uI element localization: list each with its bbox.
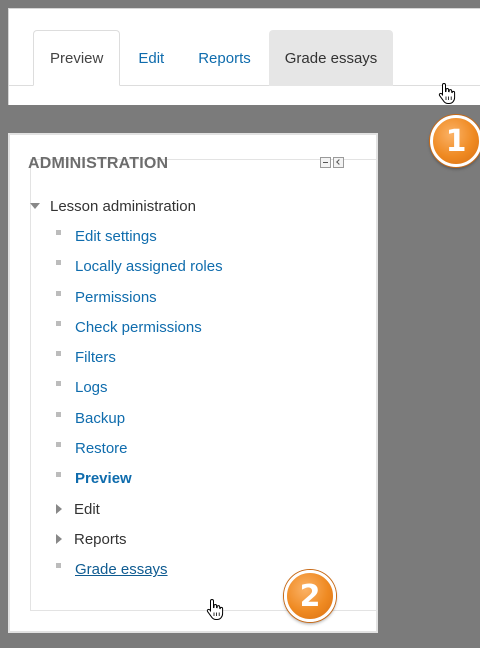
tree-item-label[interactable]: Permissions (75, 289, 157, 306)
tree-item-permissions[interactable]: Permissions (28, 282, 358, 312)
tab-edit[interactable]: Edit (122, 30, 180, 86)
caret-right-icon (56, 534, 62, 545)
hand-cursor-icon (206, 598, 224, 620)
administration-block: ADMINISTRATION Lesson administration Edi… (8, 133, 378, 633)
lesson-tabs: Preview Edit Reports Grade essays (33, 30, 480, 86)
tree-section-lesson-administration[interactable]: Lesson administration (28, 191, 358, 221)
tree-item-backup[interactable]: Backup (28, 403, 358, 433)
tree-item-filters[interactable]: Filters (28, 342, 358, 372)
tree-item-label[interactable]: Edit (74, 501, 100, 518)
tree-item-label[interactable]: Backup (75, 410, 125, 427)
dock-icon[interactable] (333, 157, 344, 168)
section-label: Lesson administration (50, 197, 196, 215)
bullet-icon (56, 411, 61, 417)
tree-item-label[interactable]: Locally assigned roles (75, 258, 223, 275)
bullet-icon (56, 563, 61, 569)
administration-tree: Lesson administration Edit settings Loca… (28, 191, 358, 585)
caret-right-icon (56, 504, 62, 515)
tree-item-check-permissions[interactable]: Check permissions (28, 312, 358, 342)
tree-item-locally-assigned-roles[interactable]: Locally assigned roles (28, 252, 358, 282)
tree-item-restore[interactable]: Restore (28, 433, 358, 463)
caret-down-icon (30, 203, 40, 210)
hand-cursor-icon (438, 82, 456, 104)
tree-item-label[interactable]: Reports (74, 531, 127, 548)
bullet-icon (56, 260, 61, 266)
bullet-icon (56, 442, 61, 448)
bullet-icon (56, 351, 61, 357)
tree-item-reports[interactable]: Reports (28, 524, 358, 554)
tab-preview[interactable]: Preview (33, 30, 121, 86)
lesson-tab-panel: Preview Edit Reports Grade essays (8, 8, 480, 105)
bullet-icon (56, 381, 61, 387)
minimize-icon[interactable] (320, 157, 331, 168)
tree-item-label[interactable]: Grade essays (75, 561, 168, 578)
block-controls (320, 157, 344, 168)
step-1-badge: 1 (430, 115, 480, 167)
tree-item-edit[interactable]: Edit (28, 494, 358, 524)
tree-item-label[interactable]: Check permissions (75, 319, 202, 336)
block-title: ADMINISTRATION (28, 155, 169, 172)
step-2-badge: 2 (284, 570, 336, 622)
tree-item-preview[interactable]: Preview (28, 464, 358, 494)
bullet-icon (56, 290, 61, 296)
bullet-icon (56, 229, 61, 235)
tree-item-label[interactable]: Restore (75, 440, 128, 457)
tab-grade-essays[interactable]: Grade essays (268, 30, 394, 86)
tab-reports[interactable]: Reports (182, 30, 267, 86)
tree-item-edit-settings[interactable]: Edit settings (28, 221, 358, 251)
tree-item-label[interactable]: Preview (75, 470, 132, 487)
bullet-icon (56, 320, 61, 326)
tree-item-label[interactable]: Filters (75, 349, 116, 366)
tree-item-logs[interactable]: Logs (28, 373, 358, 403)
bullet-icon (56, 472, 61, 478)
tree-item-label[interactable]: Edit settings (75, 228, 157, 245)
tree-item-label[interactable]: Logs (75, 379, 108, 396)
